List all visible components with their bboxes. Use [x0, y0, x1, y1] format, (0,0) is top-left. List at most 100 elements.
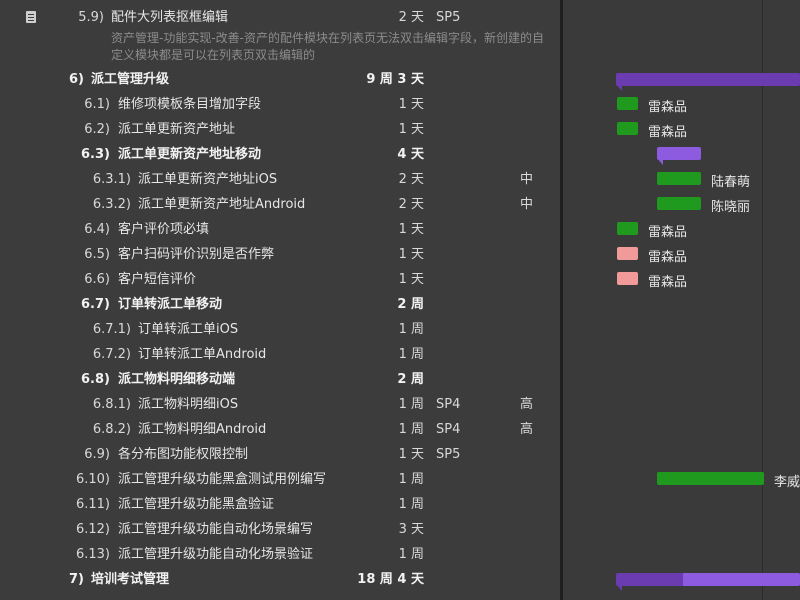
gantt-summary-bar[interactable]	[657, 147, 701, 160]
task-row-6[interactable]: 6) 派工管理升级 9 周 3 天	[0, 67, 560, 92]
gantt-bar-label: 雷森品	[648, 125, 688, 140]
task-row-7[interactable]: 7) 培训考试管理 18 周 4 天	[0, 567, 560, 592]
gantt-bar[interactable]	[617, 122, 638, 135]
gantt-summary-progress	[683, 573, 800, 586]
task-number: 6.13)	[75, 547, 110, 562]
task-row-5-9[interactable]: 5.9) 配件大列表抠框编辑 2 天 SP5	[0, 5, 560, 30]
gantt-summary-bar[interactable]	[616, 73, 800, 86]
gantt-bar[interactable]	[657, 472, 764, 485]
task-row-6-5[interactable]: 6.5) 客户扫码评价识别是否作弊 1 天	[0, 242, 560, 267]
task-title: 派工管理升级功能自动化场景验证	[118, 547, 314, 562]
task-duration: 1 天	[398, 272, 424, 287]
task-row-6-1[interactable]: 6.1) 维修项模板条目增加字段 1 天	[0, 92, 560, 117]
task-title: 派工管理升级功能黑盒测试用例编写	[118, 472, 327, 487]
task-duration: 1 天	[398, 447, 424, 462]
task-priority: 中	[520, 172, 534, 187]
task-number: 6.8)	[81, 372, 110, 387]
task-title: 派工单更新资产地址移动	[118, 147, 262, 162]
task-note: 资产管理-功能实现-改善-资产的配件模块在列表页无法双击编辑字段，新创建的自定义…	[111, 31, 544, 62]
task-row-6-7[interactable]: 6.7) 订单转派工单移动 2 周	[0, 292, 560, 317]
gantt-bar[interactable]	[657, 172, 701, 185]
task-title: 维修项模板条目增加字段	[118, 97, 262, 112]
task-duration: 1 天	[398, 122, 424, 137]
gantt-summary-tick	[657, 158, 663, 165]
gantt-bar-label: 陆春萌	[711, 175, 751, 190]
task-priority: 高	[520, 422, 534, 437]
task-number: 6.7.1)	[92, 322, 131, 337]
task-row-6-3-2[interactable]: 6.3.2) 派工单更新资产地址Android 2 天 中	[0, 192, 560, 217]
task-duration: 4 天	[397, 147, 424, 162]
task-row-6-8-2[interactable]: 6.8.2) 派工物料明细Android 1 周 SP4 高	[0, 417, 560, 442]
task-number: 6.8.1)	[92, 397, 131, 412]
task-duration: 1 天	[398, 247, 424, 262]
task-title: 派工管理升级	[91, 72, 170, 87]
task-row-6-3[interactable]: 6.3) 派工单更新资产地址移动 4 天	[0, 142, 560, 167]
task-number: 6.7.2)	[92, 347, 131, 362]
task-title: 客户扫码评价识别是否作弊	[118, 247, 275, 262]
task-row-6-2[interactable]: 6.2) 派工单更新资产地址 1 天	[0, 117, 560, 142]
gantt-bar[interactable]	[617, 272, 638, 285]
task-number: 6.3.2)	[92, 197, 131, 212]
task-tag: SP5	[436, 10, 461, 25]
task-priority: 中	[520, 197, 534, 212]
gantt-bar-label: 雷森品	[648, 100, 688, 115]
task-duration: 1 周	[398, 472, 424, 487]
task-number: 6.1)	[84, 97, 110, 112]
task-duration: 1 周	[398, 497, 424, 512]
task-priority: 高	[520, 397, 534, 412]
task-row-6-3-1[interactable]: 6.3.1) 派工单更新资产地址iOS 2 天 中	[0, 167, 560, 192]
task-row-6-8-1[interactable]: 6.8.1) 派工物料明细iOS 1 周 SP4 高	[0, 392, 560, 417]
gantt-bar[interactable]	[657, 197, 701, 210]
task-title: 派工单更新资产地址iOS	[138, 172, 278, 187]
task-title: 派工管理升级功能自动化场景编写	[118, 522, 314, 537]
gantt-bar[interactable]	[617, 247, 638, 260]
task-number: 6.7)	[81, 297, 110, 312]
task-number: 5.9)	[78, 10, 104, 25]
task-duration: 2 周	[397, 297, 424, 312]
task-row-6-12[interactable]: 6.12) 派工管理升级功能自动化场景编写 3 天	[0, 517, 560, 542]
task-number: 7)	[69, 572, 84, 587]
task-number: 6.2)	[84, 122, 110, 137]
task-title: 培训考试管理	[91, 572, 170, 587]
task-number: 6.5)	[84, 247, 110, 262]
task-title: 订单转派工单Android	[138, 347, 267, 362]
task-number: 6.9)	[84, 447, 110, 462]
task-number: 6.11)	[75, 497, 110, 512]
task-row-6-4[interactable]: 6.4) 客户评价项必填 1 天	[0, 217, 560, 242]
task-duration: 1 周	[398, 347, 424, 362]
task-title: 派工单更新资产地址Android	[138, 197, 306, 212]
task-number: 6.12)	[75, 522, 110, 537]
outline-pane: 5.9) 配件大列表抠框编辑 2 天 SP5 资产管理-功能实现-改善-资产的配…	[0, 0, 562, 600]
task-title: 派工管理升级功能黑盒验证	[118, 497, 275, 512]
task-duration: 2 天	[398, 10, 424, 25]
task-row-6-9[interactable]: 6.9) 各分布图功能权限控制 1 天 SP5	[0, 442, 560, 467]
task-number: 6)	[69, 72, 84, 87]
task-row-6-7-1[interactable]: 6.7.1) 订单转派工单iOS 1 周	[0, 317, 560, 342]
task-duration: 1 天	[398, 222, 424, 237]
task-title: 各分布图功能权限控制	[118, 447, 249, 462]
task-number: 6.8.2)	[92, 422, 131, 437]
gantt-bar[interactable]	[617, 97, 638, 110]
task-title: 客户短信评价	[118, 272, 197, 287]
task-title: 订单转派工单移动	[118, 297, 223, 312]
task-title: 派工物料明细Android	[138, 422, 267, 437]
gantt-bar[interactable]	[617, 222, 638, 235]
gantt-summary-tick	[616, 84, 622, 91]
task-row-6-10[interactable]: 6.10) 派工管理升级功能黑盒测试用例编写 1 周	[0, 467, 560, 492]
task-duration: 2 天	[398, 172, 424, 187]
task-row-6-13[interactable]: 6.13) 派工管理升级功能自动化场景验证 1 周	[0, 542, 560, 567]
task-duration: 9 周 3 天	[366, 72, 424, 87]
task-number: 6.3.1)	[92, 172, 131, 187]
task-row-6-8[interactable]: 6.8) 派工物料明细移动端 2 周	[0, 367, 560, 392]
gantt-gridline	[762, 0, 763, 600]
task-duration: 1 周	[398, 397, 424, 412]
task-duration: 3 天	[398, 522, 424, 537]
task-title: 订单转派工单iOS	[138, 322, 239, 337]
task-title: 配件大列表抠框编辑	[111, 10, 229, 25]
task-row-6-11[interactable]: 6.11) 派工管理升级功能黑盒验证 1 周	[0, 492, 560, 517]
task-row-6-7-2[interactable]: 6.7.2) 订单转派工单Android 1 周	[0, 342, 560, 367]
gantt-bar-label: 雷森品	[648, 275, 688, 290]
task-duration: 1 周	[398, 547, 424, 562]
task-row-6-6[interactable]: 6.6) 客户短信评价 1 天	[0, 267, 560, 292]
task-title: 派工物料明细移动端	[118, 372, 236, 387]
